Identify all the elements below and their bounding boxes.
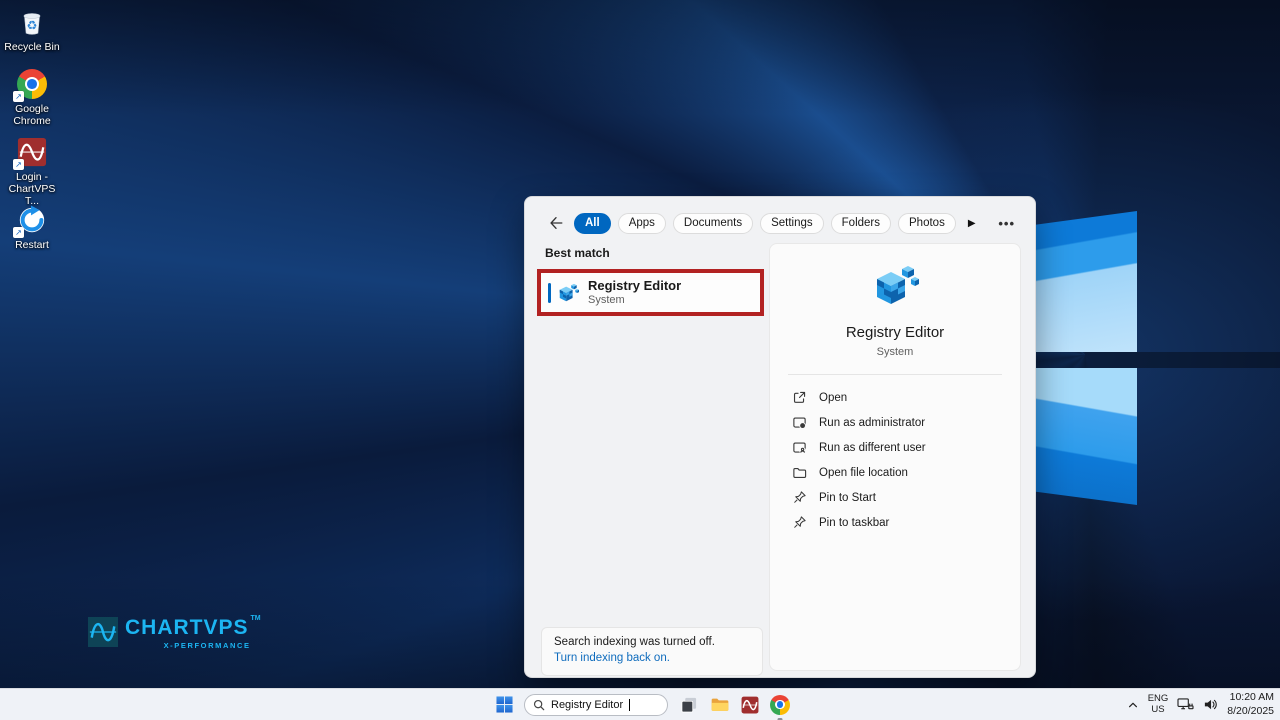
desktop-icon-label: Login - ChartVPS T...: [1, 171, 63, 207]
run-admin-icon: [792, 415, 807, 430]
action-pin-to-taskbar[interactable]: Pin to taskbar: [770, 510, 1020, 535]
taskbar-file-explorer-button[interactable]: [710, 695, 730, 715]
desktop-icon-recycle-bin[interactable]: ♻ Recycle Bin: [0, 6, 64, 53]
taskbar-search-input[interactable]: Registry Editor: [524, 694, 668, 716]
search-flyout: All Apps Documents Settings Folders Phot…: [524, 196, 1036, 678]
tab-all[interactable]: All: [574, 213, 611, 234]
chrome-icon: [770, 695, 790, 715]
shortcut-arrow-icon: ↗: [13, 227, 24, 238]
desktop-icon-label: Recycle Bin: [4, 41, 59, 53]
detail-title: Registry Editor: [846, 324, 944, 341]
chartvps-watermark: CHARTVPS TM X-PERFORMANCE: [88, 617, 261, 650]
best-match-item[interactable]: Registry Editor System: [541, 273, 760, 312]
desktop-icon-restart[interactable]: ↗ Restart: [0, 204, 64, 251]
search-tabs-bar: All Apps Documents Settings Folders Phot…: [547, 212, 1019, 234]
tab-folders[interactable]: Folders: [831, 213, 891, 234]
network-icon: [1177, 697, 1194, 712]
tab-documents[interactable]: Documents: [673, 213, 753, 234]
search-icon: [533, 699, 545, 711]
run-user-icon: [792, 440, 807, 455]
text-caret: [629, 699, 630, 711]
tab-settings[interactable]: Settings: [760, 213, 824, 234]
pin-icon: [792, 490, 807, 505]
start-button[interactable]: [496, 696, 513, 713]
section-title: Best match: [545, 246, 610, 260]
windows-logo-icon: [496, 696, 513, 713]
action-open[interactable]: Open: [770, 385, 1020, 410]
tray-volume-button[interactable]: [1203, 697, 1218, 712]
tray-date: 8/20/2025: [1227, 705, 1274, 719]
chevron-up-icon: [1127, 699, 1139, 711]
selection-indicator: [548, 283, 551, 303]
notice-text: Search indexing was turned off.: [554, 636, 750, 648]
detail-subtitle: System: [877, 346, 914, 358]
open-icon: [792, 390, 807, 405]
tray-time: 10:20 AM: [1227, 691, 1274, 705]
chartvps-app-icon: ↗: [16, 136, 48, 168]
restart-icon: ↗: [16, 204, 48, 236]
shortcut-arrow-icon: ↗: [13, 91, 24, 102]
options-ellipsis-icon[interactable]: •••: [994, 216, 1019, 231]
watermark-tagline: X-PERFORMANCE: [164, 641, 251, 650]
task-view-icon: [679, 695, 699, 715]
desktop-icon-google-chrome[interactable]: ↗ Google Chrome: [0, 68, 64, 127]
result-title: Registry Editor: [588, 279, 681, 294]
registry-editor-icon: [871, 262, 919, 310]
pin-icon: [792, 515, 807, 530]
search-filter-tabs: All Apps Documents Settings Folders Phot…: [574, 213, 956, 234]
wallpaper-window-gap: [1012, 352, 1280, 368]
back-button[interactable]: [547, 214, 565, 232]
divider: [788, 374, 1002, 375]
shortcut-arrow-icon: ↗: [13, 159, 24, 170]
tab-photos[interactable]: Photos: [898, 213, 956, 234]
action-run-as-administrator[interactable]: Run as administrator: [770, 410, 1020, 435]
watermark-brand: CHARTVPS: [125, 617, 249, 638]
search-input-value: Registry Editor: [551, 699, 623, 711]
svg-text:♻: ♻: [27, 19, 38, 33]
turn-indexing-on-link[interactable]: Turn indexing back on.: [554, 652, 670, 664]
tray-network-button[interactable]: [1177, 697, 1194, 712]
more-tabs-arrow-icon[interactable]: ▶: [968, 218, 976, 229]
tray-show-hidden-icons-button[interactable]: [1127, 699, 1139, 711]
tray-clock[interactable]: 10:20 AM 8/20/2025: [1227, 691, 1274, 718]
action-list: Open Run as administrator: [770, 385, 1020, 535]
watermark-tm: TM: [251, 615, 261, 622]
screen: ♻ Recycle Bin ↗ Google Chrome ↗ Login - …: [0, 0, 1280, 720]
desktop-icon-login-chartvps[interactable]: ↗ Login - ChartVPS T...: [0, 136, 64, 207]
taskbar: Registry Editor: [0, 688, 1280, 720]
desktop-icon-label: Google Chrome: [1, 103, 63, 127]
desktop-icon-label: Restart: [15, 239, 49, 251]
taskbar-chrome-button[interactable]: [770, 695, 790, 715]
detail-panel: Registry Editor System Open: [769, 243, 1021, 671]
taskbar-chartvps-button[interactable]: [741, 696, 759, 714]
folder-icon: [792, 465, 807, 480]
chrome-icon: ↗: [16, 68, 48, 100]
chartvps-app-icon: [741, 696, 759, 714]
recycle-bin-icon: ♻: [16, 6, 48, 38]
action-run-as-different-user[interactable]: Run as different user: [770, 435, 1020, 460]
action-pin-to-start[interactable]: Pin to Start: [770, 485, 1020, 510]
speaker-icon: [1203, 697, 1218, 712]
action-open-file-location[interactable]: Open file location: [770, 460, 1020, 485]
tray-language-indicator[interactable]: ENG US: [1148, 694, 1169, 716]
registry-editor-icon: [557, 282, 579, 304]
taskbar-task-view-button[interactable]: [679, 695, 699, 715]
annotation-box: Registry Editor System: [537, 269, 764, 316]
chartvps-logo-icon: [88, 617, 118, 647]
result-subtitle: System: [588, 294, 681, 306]
indexing-notice: Search indexing was turned off. Turn ind…: [541, 627, 763, 676]
file-explorer-icon: [710, 695, 730, 715]
tab-apps[interactable]: Apps: [618, 213, 666, 234]
